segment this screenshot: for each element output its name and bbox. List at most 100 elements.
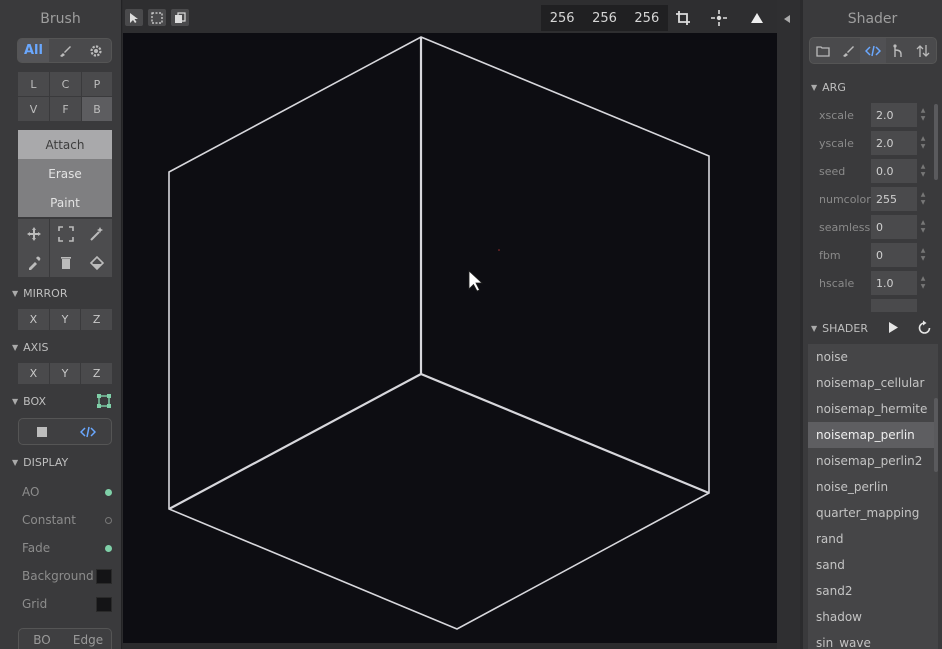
crop-button[interactable] [675,10,691,26]
arg-value-input[interactable]: 2.0 [871,103,917,127]
pointer-tool-button[interactable] [125,9,143,26]
shader-item[interactable]: sin_wave [808,630,938,649]
brush-type-B[interactable]: B [82,97,112,121]
mode-erase-button[interactable]: Erase [18,159,112,188]
right-panel-collapse-strip[interactable] [777,0,800,649]
display-label: Fade [22,541,51,555]
marquee-tool-button[interactable] [148,9,166,26]
arg-spinner[interactable]: ▲ ▼ [917,103,929,127]
branch-tab[interactable] [886,38,911,63]
canvas-size-readout[interactable]: 256 256 256 [541,5,668,31]
axis-y-button[interactable]: Y [49,363,81,384]
box-toggle-button[interactable] [96,393,112,409]
box-code-tab[interactable] [65,419,111,444]
arg-value-input[interactable]: 0.0 [871,159,917,183]
shader-item[interactable]: quarter_mapping [808,500,938,526]
arg-spinner[interactable]: ▲ ▼ [917,271,929,295]
arg-value-input[interactable]: 0 [871,243,917,267]
branch-icon [893,43,902,57]
brush-type-V[interactable]: V [18,97,49,121]
toggle-on-indicator[interactable] [105,488,112,496]
run-shader-button[interactable] [887,321,899,334]
brush-type-F[interactable]: F [50,97,81,121]
arg-value-input[interactable]: 255 [871,187,917,211]
shader-item[interactable]: noise_perlin [808,474,938,500]
copy-tool-button[interactable] [171,9,189,26]
shader-item-selected[interactable]: noisemap_perlin [808,422,938,448]
brush-type-C[interactable]: C [50,72,81,96]
mirror-y-button[interactable]: Y [49,309,81,330]
mouse-cursor-icon [468,270,484,292]
display-section-header[interactable]: ▼ DISPLAY [12,456,68,469]
brush-type-P[interactable]: P [82,72,112,96]
code-tab[interactable] [860,38,886,63]
arg-spinner[interactable]: ▲ ▼ [917,131,929,155]
arg-value-input[interactable]: 1.0 [871,271,917,295]
filter-tab-all[interactable]: All [18,39,49,62]
mirror-section-header[interactable]: ▼ MIRROR [12,287,67,300]
grid-color-swatch[interactable] [96,596,112,612]
tab-bo[interactable]: BO [19,629,65,649]
center-view-button[interactable] [711,10,727,26]
shader-section-header[interactable]: ▼ SHADER [811,322,868,335]
shader-item[interactable]: rand [808,526,938,552]
display-background-row[interactable]: Background [22,566,112,586]
toggle-on-indicator[interactable] [105,544,112,552]
arg-spinner[interactable]: ▲ ▼ [917,215,929,239]
shader-item[interactable]: noise [808,344,938,370]
3d-viewport[interactable] [123,33,777,643]
fill-tool-button[interactable] [81,248,112,277]
box-solid-tab[interactable] [19,419,65,444]
shader-item[interactable]: shadow [808,604,938,630]
view-up-button[interactable] [750,11,764,25]
background-color-swatch[interactable] [96,568,112,584]
brush-tab[interactable] [835,38,860,63]
open-folder-tab[interactable] [810,38,835,63]
axis-section-header[interactable]: ▼ AXIS [12,341,48,354]
sort-tab[interactable] [911,38,936,63]
shader-item[interactable]: sand [808,552,938,578]
shader-list-scrollbar[interactable] [934,398,938,472]
reload-shader-button[interactable] [917,320,932,335]
folder-icon [815,45,830,57]
arg-value-input[interactable]: 0 [871,215,917,239]
display-grid-row[interactable]: Grid [22,594,112,614]
mode-attach-button[interactable]: Attach [18,130,112,159]
display-constant-row[interactable]: Constant [22,510,112,530]
arg-value-input[interactable] [871,299,917,312]
arg-section-header[interactable]: ▼ ARG [811,81,846,94]
brush-type-L[interactable]: L [18,72,49,96]
box-section-header[interactable]: ▼ BOX [12,395,46,408]
move-tool-button[interactable] [18,219,49,248]
shader-item[interactable]: noisemap_perlin2 [808,448,938,474]
mode-paint-button[interactable]: Paint [18,188,112,217]
mirror-x-button[interactable]: X [18,309,49,330]
arg-scrollbar[interactable] [934,104,938,180]
tab-edge[interactable]: Edge [65,629,111,649]
axis-z-button[interactable]: Z [81,363,113,384]
eyedropper-tool-button[interactable] [18,248,49,277]
shader-item[interactable]: noisemap_hermite [808,396,938,422]
toggle-off-indicator[interactable] [105,516,112,524]
display-ao-row[interactable]: AO [22,482,112,502]
code-icon [80,426,96,437]
shader-item[interactable]: sand2 [808,578,938,604]
arg-spinner[interactable]: ▲ ▼ [917,243,929,267]
filter-tab-settings[interactable] [80,39,111,62]
shader-item[interactable]: noisemap_cellular [808,370,938,396]
display-fade-row[interactable]: Fade [22,538,112,558]
mirror-z-button[interactable]: Z [81,309,113,330]
brush-panel: Brush All L C P V F B Attach Erase Paint… [0,0,122,649]
arg-row-yscale: yscale 2.0 ▲ ▼ [819,131,929,155]
select-box-tool-button[interactable] [50,219,81,248]
canvas-size-x: 256 [549,10,575,26]
filter-tab-brush[interactable] [49,39,80,62]
arg-spinner[interactable]: ▲ ▼ [917,159,929,183]
brush-filter-tabs: All [17,38,112,63]
sort-arrows-icon [916,44,930,57]
delete-tool-button[interactable] [50,248,81,277]
arg-value-input[interactable]: 2.0 [871,131,917,155]
magic-wand-tool-button[interactable] [81,219,112,248]
axis-x-button[interactable]: X [18,363,49,384]
arg-spinner[interactable]: ▲ ▼ [917,187,929,211]
